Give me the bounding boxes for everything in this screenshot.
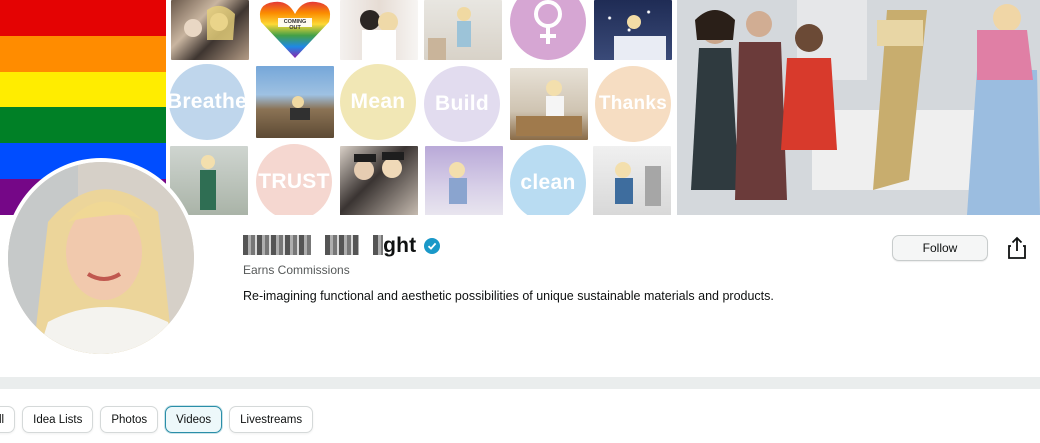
- word-circle-clean: clean: [510, 145, 586, 215]
- share-icon-glyph: [1008, 236, 1026, 259]
- word-circle-trust: TRUST: [256, 144, 332, 215]
- tab-all[interactable]: ll: [0, 406, 16, 433]
- word-circle-label: TRUST: [258, 170, 330, 193]
- banner-tv-show-photo: [677, 0, 1040, 215]
- profile-name: ght: [243, 234, 416, 258]
- word-circle-label: clean: [520, 171, 576, 194]
- section-divider: [0, 377, 1040, 389]
- redacted-name-blur: [373, 235, 384, 255]
- collage-photo-art: [449, 162, 467, 204]
- collage-photo-kitchen: [510, 68, 588, 140]
- tab-photos[interactable]: Photos: [100, 406, 159, 433]
- redacted-name-blur: [325, 235, 360, 255]
- collage-photo-art: [354, 152, 404, 180]
- collage-photo-air-purifier: [593, 146, 671, 215]
- venus-symbol-circle: [510, 0, 586, 60]
- word-circle-label: Breathe: [166, 90, 248, 113]
- collage-photo-purple-room: [425, 146, 503, 215]
- collage-photo-art: [428, 7, 471, 60]
- follow-button[interactable]: Follow: [892, 235, 988, 261]
- pride-card-text: COMING OUT: [283, 19, 307, 31]
- flag-stripe-yellow: [0, 71, 166, 108]
- collage-photo-art: [615, 162, 661, 206]
- profile-name-row: ght: [243, 234, 441, 258]
- collage-photo-living-room: [424, 0, 502, 60]
- content-filter-tabs: ll Idea Lists Photos Videos Livestreams: [0, 406, 314, 433]
- profile-bio: Re-imagining functional and aesthetic po…: [243, 289, 774, 303]
- collage-photo-art: [184, 5, 235, 41]
- tab-videos[interactable]: Videos: [165, 406, 223, 433]
- tab-idea-lists[interactable]: Idea Lists: [22, 406, 94, 433]
- collage-photo-art: [614, 15, 666, 60]
- word-circle-label: Thanks: [598, 93, 668, 114]
- flag-stripe-green: [0, 107, 166, 144]
- profile-name-visible: ght: [383, 234, 417, 257]
- checkmark-icon: [428, 242, 437, 250]
- share-icon[interactable]: [1006, 236, 1028, 260]
- word-circle-mean: Mean: [340, 64, 416, 140]
- collage-photo-art: [516, 80, 582, 136]
- redacted-name-blur: [243, 235, 311, 255]
- word-circle-build: Build: [424, 66, 500, 142]
- word-circle-breathe: Breathe: [166, 64, 248, 140]
- collage-photo-art: [360, 10, 398, 60]
- collage-photo-starry-bed: [594, 0, 672, 60]
- venus-icon: [534, 0, 562, 44]
- profile-avatar[interactable]: [4, 158, 198, 358]
- earns-commissions-label: Earns Commissions: [243, 263, 350, 277]
- word-circle-label: Build: [435, 92, 489, 115]
- pride-heart-card: COMING OUT: [256, 0, 334, 60]
- flag-stripe-orange: [0, 35, 166, 72]
- tab-livestreams[interactable]: Livestreams: [229, 406, 314, 433]
- collage-photo-art: [290, 96, 310, 120]
- flag-stripe-red: [0, 0, 166, 36]
- verified-badge-icon: [424, 238, 441, 254]
- avatar-portrait-art: [8, 162, 194, 354]
- collage-photo-selfie-group: [171, 0, 249, 60]
- collage-photo-friends: [340, 146, 418, 215]
- tv-show-scene-art: [677, 0, 1040, 215]
- collage-photo-kiss: [340, 0, 418, 60]
- collage-photo-hilltop: [256, 66, 334, 138]
- word-circle-label: Mean: [350, 90, 406, 113]
- word-circle-thanks: Thanks: [595, 66, 671, 142]
